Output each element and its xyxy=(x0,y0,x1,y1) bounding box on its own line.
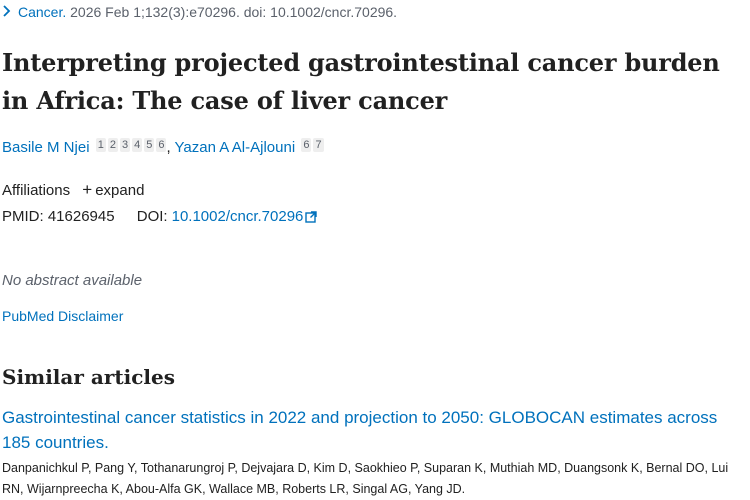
citation-details: 2026 Feb 1;132(3):e70296. doi: 10.1002/c… xyxy=(66,4,398,20)
affiliation-ref[interactable]: 5 xyxy=(144,138,155,152)
identifiers-row: PMID: 41626945 DOI: 10.1002/cncr.70296 xyxy=(2,208,318,227)
article-page: Cancer. 2026 Feb 1;132(3):e70296. doi: 1… xyxy=(0,0,750,500)
chevron-right-icon xyxy=(2,5,14,20)
expand-label: expand xyxy=(95,182,145,199)
affiliation-ref[interactable]: 4 xyxy=(132,138,143,152)
affiliation-ref[interactable]: 6 xyxy=(301,138,312,152)
author-link[interactable]: Yazan A Al-Ajlouni xyxy=(175,139,296,156)
pmid-label: PMID: xyxy=(2,208,44,225)
similar-article-title-link[interactable]: Gastrointestinal cancer statistics in 20… xyxy=(2,405,747,455)
doi-link[interactable]: 10.1002/cncr.70296 xyxy=(172,208,318,225)
author-link[interactable]: Basile M Njei xyxy=(2,139,90,156)
pmid-value: 41626945 xyxy=(47,208,115,225)
plus-icon: + xyxy=(82,180,93,199)
journal-link[interactable]: Cancer. xyxy=(18,4,66,20)
similar-articles-heading: Similar articles xyxy=(2,365,175,389)
affiliations-row: Affiliations + expand xyxy=(2,180,144,200)
affiliation-ref[interactable]: 7 xyxy=(313,138,324,152)
affiliation-ref[interactable]: 3 xyxy=(119,138,131,152)
affiliation-ref[interactable]: 1 xyxy=(95,138,106,152)
affiliations-expand-button[interactable]: + expand xyxy=(82,180,145,199)
article-title: Interpreting projected gastrointestinal … xyxy=(2,48,720,115)
author-separator: , xyxy=(166,139,171,156)
citation-line: Cancer. 2026 Feb 1;132(3):e70296. doi: 1… xyxy=(2,4,397,20)
doi-value: 10.1002/cncr.70296 xyxy=(171,208,304,225)
affiliations-label: Affiliations xyxy=(2,182,71,199)
authors-list: Basile M Njei 123456, Yazan A Al-Ajlouni… xyxy=(2,138,324,156)
pubmed-disclaimer-link[interactable]: PubMed Disclaimer xyxy=(2,308,123,324)
affiliation-ref[interactable]: 2 xyxy=(107,138,118,152)
affiliation-ref[interactable]: 6 xyxy=(156,138,167,152)
doi-label: DOI: xyxy=(136,208,168,225)
no-abstract-text: No abstract available xyxy=(2,272,143,289)
external-link-icon xyxy=(305,210,318,227)
similar-article-authors: Danpanichkul P, Pang Y, Tothanarungroj P… xyxy=(2,461,729,496)
